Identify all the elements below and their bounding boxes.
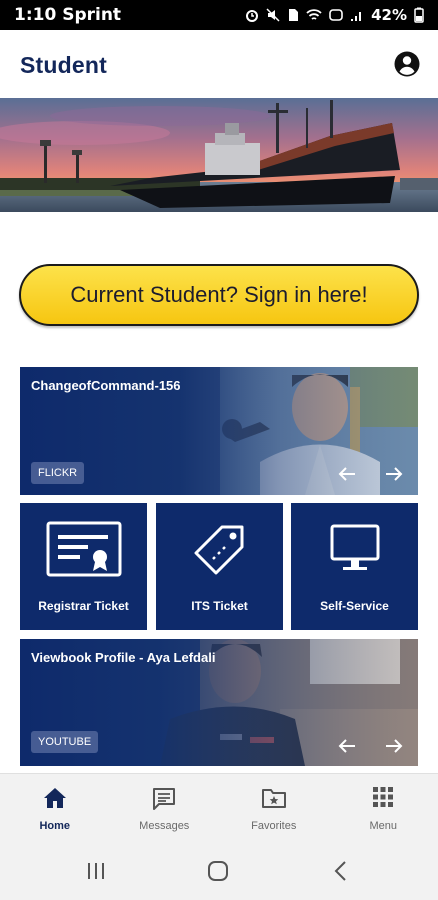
message-icon [153,788,176,810]
status-icons: 42% [245,6,424,24]
nav-messages[interactable]: Messages [110,774,220,841]
nav-home[interactable]: Home [0,774,110,841]
signal-icon [351,12,362,21]
card-title: ChangeofCommand-156 [31,378,181,393]
registrar-ticket-tile[interactable]: Registrar Ticket [20,503,147,630]
tag-icon [194,525,243,575]
home-button-icon[interactable] [205,858,231,884]
youtube-card[interactable]: Viewbook Profile - Aya Lefdali YOUTUBE [20,639,418,766]
arrow-left-icon[interactable] [336,463,358,485]
recent-apps-icon[interactable] [83,858,109,884]
ship-harbor-sunset-image [0,98,438,212]
status-time: 1:10 Sprint [14,5,122,25]
nav-label: Home [39,820,71,832]
alarm-icon [246,10,259,22]
system-navigation-bar [0,840,438,900]
card-title: Viewbook Profile - Aya Lefdali [31,650,216,665]
nav-menu[interactable]: Menu [329,774,438,841]
sim-icon [289,9,299,21]
bottom-navigation: Home Messages Favorites Menu [0,773,438,841]
battery-percent: 42% [371,6,407,24]
self-service-tile[interactable]: Self-Service [291,503,418,630]
tile-label: Registrar Ticket [38,599,129,613]
source-badge: YOUTUBE [31,731,99,753]
arrow-left-icon[interactable] [336,735,358,757]
account-circle-icon[interactable] [393,50,421,78]
nav-label: Menu [369,820,398,832]
flickr-card[interactable]: ChangeofCommand-156 FLICKR [20,367,418,495]
arrow-right-icon[interactable] [383,735,405,757]
app-header: Student [0,30,438,98]
arrow-right-icon[interactable] [383,463,405,485]
mute-icon [266,8,280,22]
battery-icon [414,7,424,23]
its-ticket-tile[interactable]: ITS Ticket [156,503,283,630]
monitor-icon [330,524,379,570]
source-badge: FLICKR [31,462,85,484]
data-sync-icon [329,9,343,21]
grid-icon [373,787,394,807]
page-title: Student [20,52,107,78]
tile-label: ITS Ticket [191,599,248,613]
nav-favorites[interactable]: Favorites [219,774,329,841]
wifi-icon [306,9,322,20]
star-folder-icon [261,789,286,808]
home-icon [43,788,66,808]
status-bar: 1:10 Sprint 42% [0,0,438,30]
certificate-icon [46,521,121,577]
banner-image [0,98,438,212]
nav-label: Favorites [251,820,297,832]
sign-in-button[interactable]: Current Student? Sign in here! [19,264,419,326]
tile-label: Self-Service [320,599,389,613]
back-icon[interactable] [328,858,354,884]
nav-label: Messages [139,820,190,832]
